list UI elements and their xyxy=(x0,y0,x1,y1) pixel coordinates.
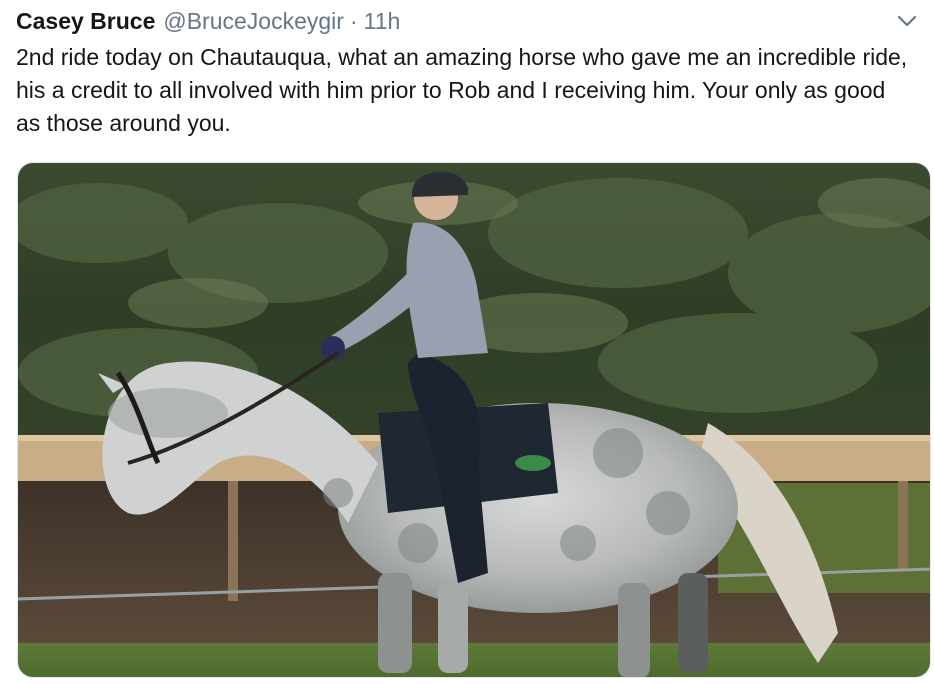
author-handle[interactable]: @BruceJockeygir xyxy=(163,6,344,36)
separator-dot: · xyxy=(349,8,358,34)
tweet-photo[interactable] xyxy=(17,162,931,678)
tweet-text: 2nd ride today on Chautauqua, what an am… xyxy=(16,44,908,136)
author-name[interactable]: Casey Bruce xyxy=(16,6,155,36)
timestamp[interactable]: 11h xyxy=(364,6,401,36)
tweet-header: Casey Bruce @BruceJockeygir · 11h xyxy=(16,6,400,36)
chevron-down-icon[interactable] xyxy=(894,8,920,34)
horse-rider-photo xyxy=(18,163,930,677)
tweet[interactable]: Casey Bruce @BruceJockeygir · 11h 2nd ri… xyxy=(0,0,934,684)
